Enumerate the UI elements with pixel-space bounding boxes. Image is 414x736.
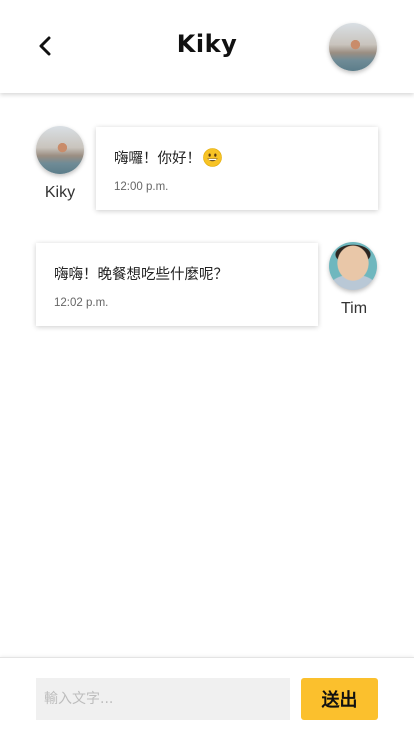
message-text: 嗨嗨！晚餐想吃些什麼呢？ — [54, 267, 228, 283]
message-time: 12:00 p.m. — [114, 181, 169, 193]
chat-header: Kiky — [0, 0, 414, 93]
send-button[interactable]: 送出 — [301, 678, 378, 720]
sender-avatar-tim — [329, 242, 377, 290]
chat-screen: Kiky Kiky 嗨囉！你好！ 12:00 p.m. 嗨嗨！晚餐想吃些什麼呢？… — [0, 0, 414, 736]
message-composer: 送出 — [0, 657, 414, 736]
message-text: 嗨囉！你好！ — [114, 147, 222, 168]
sender-name: Kiky — [44, 184, 76, 201]
sender-avatar-kiky — [36, 126, 84, 174]
message-bubble: 嗨囉！你好！ 12:00 p.m. — [96, 127, 378, 210]
contact-avatar[interactable] — [329, 23, 377, 71]
message-bubble: 嗨嗨！晚餐想吃些什麼呢？ 12:02 p.m. — [36, 243, 318, 326]
message-input[interactable] — [36, 678, 290, 720]
message-text-content: 嗨囉！你好！ — [114, 151, 201, 167]
message-time: 12:02 p.m. — [54, 297, 109, 309]
grinning-face-emoji-icon — [203, 148, 222, 167]
sender-name: Tim — [340, 300, 368, 317]
